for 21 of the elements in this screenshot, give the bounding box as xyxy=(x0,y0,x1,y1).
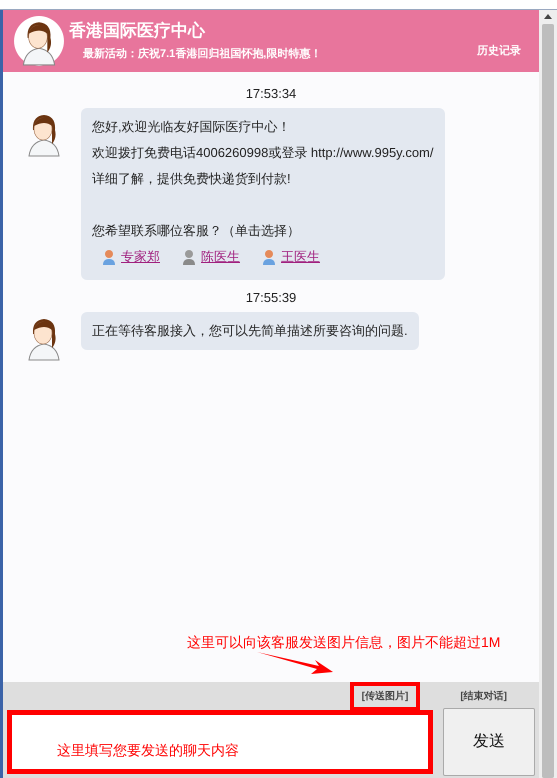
agent-link[interactable]: 陈医生 xyxy=(182,246,240,268)
header-title: 香港国际医疗中心 xyxy=(69,20,206,42)
agent-link[interactable]: 王医生 xyxy=(262,246,320,268)
message-time: 17:55:39 xyxy=(246,290,296,306)
image-hint-annotation: 这里可以向该客服发送图片信息，图片不能超过1M xyxy=(187,633,500,652)
person-icon xyxy=(102,249,116,265)
person-icon xyxy=(262,249,276,265)
doctor-avatar-icon xyxy=(13,15,65,67)
agent-link[interactable]: 专家郑 xyxy=(102,246,160,268)
message-text: 正在等待客服接入，您可以先简单描述所要咨询的问题. xyxy=(92,322,408,340)
message-text: 欢迎拨打免费电话4006260998或登录 http://www.995y.com/ xyxy=(92,144,434,162)
input-hint: 这里填写您要发送的聊天内容 xyxy=(57,741,239,760)
end-chat-button[interactable]: [结束对话] xyxy=(460,688,507,704)
message-input[interactable]: 这里填写您要发送的聊天内容 xyxy=(7,710,433,774)
promo-text: 最新活动：庆祝7.1香港回归祖国怀抱,限时特惠！ xyxy=(82,46,322,62)
person-icon xyxy=(182,249,196,265)
message-text: 您好,欢迎光临友好国际医疗中心！ xyxy=(92,118,292,136)
message-text: 您希望联系哪位客服？（单击选择） xyxy=(92,222,301,240)
message-text: 详细了解，提供免费快递货到付款! xyxy=(92,170,292,188)
message-time: 17:53:34 xyxy=(246,86,296,102)
send-button[interactable]: 发送 xyxy=(443,708,535,776)
